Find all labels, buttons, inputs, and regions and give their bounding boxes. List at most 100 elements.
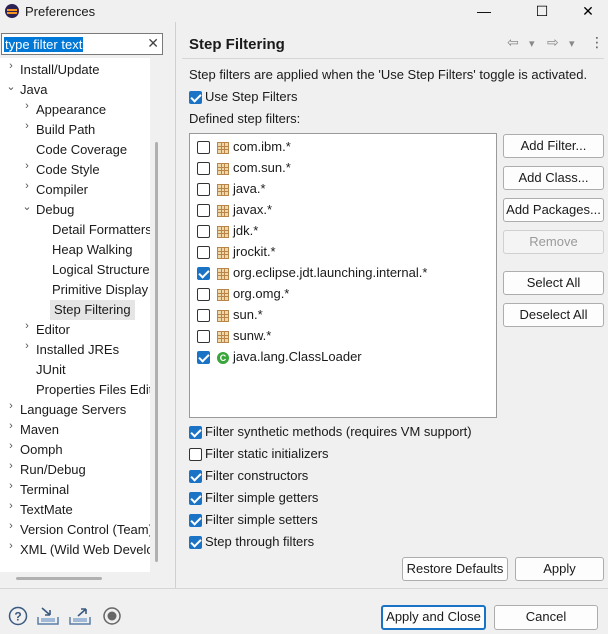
tree-item[interactable]: Detail Formatters [52, 220, 150, 240]
forward-arrow-icon[interactable]: ⇨ [547, 34, 559, 51]
tree-item[interactable]: Primitive Display [52, 280, 148, 300]
option-checkbox[interactable] [189, 448, 202, 461]
tree-item[interactable]: Terminal [20, 480, 69, 500]
tree-expand-icon[interactable]: › [6, 460, 16, 480]
tree-expand-icon[interactable]: › [6, 400, 16, 420]
tree-item[interactable]: Step Filtering [50, 300, 135, 320]
step-filter-checkbox[interactable] [197, 162, 210, 175]
tree-expand-icon[interactable]: › [6, 60, 16, 80]
add-class-button[interactable]: Add Class... [503, 166, 604, 190]
step-filter-label[interactable]: jrockit.* [233, 244, 276, 259]
step-filter-checkbox[interactable] [197, 183, 210, 196]
tree-item[interactable]: Compiler [36, 180, 88, 200]
option-checkbox[interactable] [189, 536, 202, 549]
pane-divider[interactable] [175, 22, 176, 588]
option-checkbox[interactable] [189, 514, 202, 527]
tree-item[interactable]: Code Style [36, 160, 100, 180]
tree-vertical-scrollbar[interactable] [155, 142, 158, 562]
step-filter-checkbox[interactable] [197, 351, 210, 364]
step-filter-label[interactable]: com.sun.* [233, 160, 291, 175]
maximize-button[interactable]: ☐ [522, 0, 562, 22]
clear-filter-icon[interactable]: ✕ [147, 35, 159, 52]
close-button[interactable]: ✕ [568, 0, 608, 22]
option-label[interactable]: Filter simple getters [205, 490, 318, 505]
tree-expand-icon[interactable]: ⌄ [22, 200, 32, 220]
option-label[interactable]: Filter constructors [205, 468, 308, 483]
tree-expand-icon[interactable]: › [6, 420, 16, 440]
tree-expand-icon[interactable]: › [22, 340, 32, 360]
step-filter-label[interactable]: jdk.* [233, 223, 258, 238]
tree-item[interactable]: Version Control (Team) [20, 520, 150, 540]
tree-item[interactable]: Editor [36, 320, 70, 340]
import-preferences-icon[interactable] [36, 606, 62, 626]
step-filter-checkbox[interactable] [197, 309, 210, 322]
step-filter-label[interactable]: java.* [233, 181, 266, 196]
restore-defaults-button[interactable]: Restore Defaults [402, 557, 508, 581]
step-filter-checkbox[interactable] [197, 267, 210, 280]
tree-item[interactable]: Run/Debug [20, 460, 86, 480]
step-filter-label[interactable]: javax.* [233, 202, 272, 217]
tree-item[interactable]: Oomph [20, 440, 63, 460]
tree-expand-icon[interactable]: › [6, 520, 16, 540]
back-arrow-icon[interactable]: ⇦ [507, 34, 519, 51]
option-label[interactable]: Filter static initializers [205, 446, 329, 461]
record-icon[interactable] [102, 606, 122, 626]
step-filter-label[interactable]: java.lang.ClassLoader [233, 349, 362, 364]
option-label[interactable]: Filter simple setters [205, 512, 318, 527]
deselect-all-button[interactable]: Deselect All [503, 303, 604, 327]
tree-expand-icon[interactable]: › [22, 180, 32, 200]
back-dropdown-icon[interactable]: ▾ [529, 37, 535, 50]
tree-expand-icon[interactable]: › [22, 120, 32, 140]
option-checkbox[interactable] [189, 470, 202, 483]
tree-item[interactable]: Java [20, 80, 47, 100]
cancel-button[interactable]: Cancel [494, 605, 598, 630]
option-checkbox[interactable] [189, 426, 202, 439]
step-filters-list[interactable]: com.ibm.* com.sun.* java.* javax.* jdk.* jroc… [189, 133, 497, 418]
step-filter-label[interactable]: com.ibm.* [233, 139, 291, 154]
tree-item[interactable]: Language Servers [20, 400, 126, 420]
option-checkbox[interactable] [189, 492, 202, 505]
add-filter-button[interactable]: Add Filter... [503, 134, 604, 158]
tree-expand-icon[interactable]: › [22, 100, 32, 120]
tree-item[interactable]: Install/Update [20, 60, 100, 80]
step-filter-label[interactable]: sun.* [233, 307, 263, 322]
apply-button[interactable]: Apply [515, 557, 604, 581]
tree-item[interactable]: Properties Files Editor [36, 380, 150, 400]
view-menu-icon[interactable]: ⋮ [590, 34, 604, 51]
tree-item[interactable]: Heap Walking [52, 240, 132, 260]
tree-item[interactable]: Appearance [36, 100, 106, 120]
step-filter-checkbox[interactable] [197, 141, 210, 154]
help-icon[interactable]: ? [8, 606, 28, 626]
minimize-button[interactable]: — [464, 0, 504, 22]
tree-item[interactable]: TextMate [20, 500, 73, 520]
option-label[interactable]: Filter synthetic methods (requires VM su… [205, 424, 472, 439]
step-filter-label[interactable]: org.eclipse.jdt.launching.internal.* [233, 265, 427, 280]
use-step-filters-label[interactable]: Use Step Filters [205, 89, 297, 104]
tree-expand-icon[interactable]: › [6, 440, 16, 460]
tree-item[interactable]: XML (Wild Web Developer) [20, 540, 150, 560]
preference-tree[interactable]: › Install/Update ⌄ Java › Appearance › Build Pa… [0, 58, 150, 572]
filter-input[interactable]: type filter text ✕ [1, 33, 163, 55]
tree-expand-icon[interactable]: › [6, 540, 16, 560]
step-filter-checkbox[interactable] [197, 246, 210, 259]
tree-expand-icon[interactable]: › [22, 160, 32, 180]
tree-item[interactable]: Maven [20, 420, 59, 440]
tree-item[interactable]: Code Coverage [36, 140, 127, 160]
use-step-filters-checkbox[interactable] [189, 91, 202, 104]
step-filter-checkbox[interactable] [197, 204, 210, 217]
tree-horizontal-scrollbar[interactable] [16, 577, 102, 580]
select-all-button[interactable]: Select All [503, 271, 604, 295]
tree-expand-icon[interactable]: › [22, 320, 32, 340]
step-filter-checkbox[interactable] [197, 288, 210, 301]
tree-expand-icon[interactable]: ⌄ [6, 80, 16, 100]
step-filter-checkbox[interactable] [197, 330, 210, 343]
remove-button[interactable]: Remove [503, 230, 604, 254]
step-filter-checkbox[interactable] [197, 225, 210, 238]
tree-item[interactable]: JUnit [36, 360, 66, 380]
tree-item[interactable]: Debug [36, 200, 74, 220]
tree-item[interactable]: Logical Structures [52, 260, 150, 280]
tree-item[interactable]: Build Path [36, 120, 95, 140]
forward-dropdown-icon[interactable]: ▾ [569, 37, 575, 50]
tree-expand-icon[interactable]: › [6, 500, 16, 520]
apply-and-close-button[interactable]: Apply and Close [381, 605, 486, 630]
